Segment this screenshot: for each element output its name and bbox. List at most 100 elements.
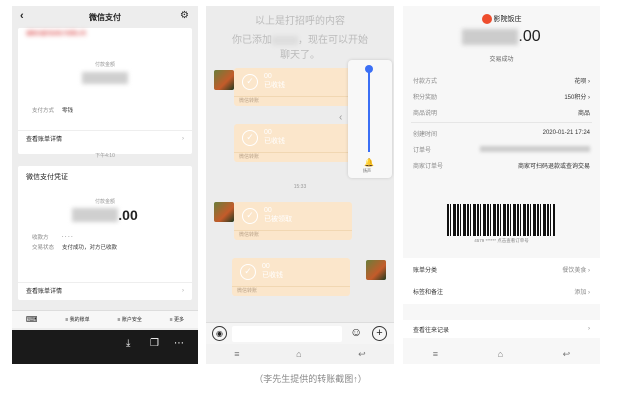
transfer-bubble[interactable]: ✓ 00 已收钱 微信转账 bbox=[232, 258, 350, 296]
check-icon: ✓ bbox=[240, 264, 256, 280]
payee-label: 收款方 bbox=[32, 235, 49, 241]
status-label: 交易状态 bbox=[32, 245, 55, 251]
header: ‹ 微信支付 ⚙ bbox=[12, 6, 198, 28]
emoji-icon[interactable]: ☺ bbox=[350, 325, 362, 339]
shop-header: 影院饭庄 bbox=[403, 14, 600, 25]
payee-row: 收款方 . . . . bbox=[32, 233, 178, 241]
voucher-card: 微信支付凭证 付款金额 .00 收款方 . . . . 交易状态 支付成功，对方… bbox=[18, 166, 192, 300]
payee-value: . . . . bbox=[62, 233, 73, 239]
merchant-order-row: 商家订单号 商家可扫码退款或查询交易 bbox=[413, 163, 590, 170]
chat-input-bar: ◉ ☺ + bbox=[206, 322, 394, 344]
bell-icon[interactable]: 🔔 bbox=[364, 158, 374, 167]
check-icon: ✓ bbox=[242, 74, 258, 90]
keyboard-icon[interactable]: ⌨ bbox=[26, 315, 38, 324]
amount-label: 付款金额 bbox=[94, 62, 115, 68]
voice-icon[interactable]: ◉ bbox=[212, 326, 227, 341]
menu-my-bill[interactable]: ≡ 我的账单 bbox=[65, 316, 89, 323]
slider-handle[interactable] bbox=[365, 65, 373, 73]
view-detail-link-2[interactable]: 查看账单详情 › bbox=[18, 282, 192, 298]
download-icon[interactable]: ⤓ bbox=[126, 338, 130, 349]
bill-amount: .00 bbox=[403, 28, 600, 46]
bottom-menu: ⌨ ≡ 我的账单 ≡ 账户安全 ≡ 更多 bbox=[12, 310, 198, 328]
trade-status: 交易成功 bbox=[489, 57, 514, 63]
pay-method-label: 支付方式 bbox=[32, 108, 55, 114]
check-icon: ✓ bbox=[242, 130, 258, 146]
system-message-2: 你已添加 ，现在可以开始 bbox=[232, 35, 368, 46]
home-icon[interactable]: ⌂ bbox=[498, 349, 503, 359]
view-detail-link[interactable]: 查看账单详情 › bbox=[18, 130, 192, 146]
barcode-text: 4579 ****** 点击查看订单号 bbox=[474, 238, 529, 243]
time-divider: 15:33 bbox=[293, 184, 307, 190]
check-icon: ✓ bbox=[242, 208, 258, 224]
plus-icon[interactable]: + bbox=[372, 326, 387, 341]
volume-panel: ‹ 🔔 扬声 bbox=[339, 60, 392, 178]
voucher-amount-label: 付款金额 bbox=[94, 199, 115, 205]
chevron-left-icon[interactable]: ‹ bbox=[339, 112, 342, 123]
barcode[interactable] bbox=[447, 204, 555, 236]
status-value: 支付成功，对方已收款 bbox=[62, 245, 118, 251]
home-icon[interactable]: ⌂ bbox=[296, 349, 301, 359]
page-title: 微信支付 bbox=[89, 12, 121, 22]
bill-row[interactable]: 付款方式 花呗 › bbox=[403, 72, 600, 88]
more-icon[interactable]: ⋯ bbox=[174, 338, 184, 349]
media-control-bar: ⤓ ❐ ⋯ bbox=[12, 330, 198, 364]
gear-icon[interactable]: ⚙ bbox=[180, 10, 189, 21]
chat-screen: 以上是打招呼的内容 你已添加 ，现在可以开始 聊天了。 ✓ 00 已收钱 微信转账 ✓… bbox=[206, 6, 394, 364]
back-nav-icon[interactable]: ↩ bbox=[358, 349, 366, 360]
menu-icon[interactable]: ≡ bbox=[433, 349, 438, 359]
back-icon[interactable]: ‹ bbox=[20, 10, 24, 22]
transfer-label: 微信转账 bbox=[232, 286, 350, 296]
amount-suffix: .00 bbox=[518, 28, 541, 45]
create-time-row: 创建时间 2020-01-21 17:24 bbox=[413, 130, 590, 138]
slider-label: 扬声 bbox=[363, 168, 371, 173]
amount-suffix: .00 bbox=[118, 207, 138, 223]
menu-account-security[interactable]: ≡ 账户安全 bbox=[118, 316, 142, 323]
system-nav-bar: ≡ ⌂ ↩ bbox=[206, 344, 394, 364]
avatar[interactable] bbox=[214, 70, 234, 90]
alipay-bill-screen: 影院饭庄 .00 交易成功 付款方式 花呗 › 积分奖励 150积分 › 商品说明商… bbox=[403, 6, 600, 364]
window-icon[interactable]: ❐ bbox=[150, 338, 159, 349]
caption: （李先生提供的转账截图↑） bbox=[254, 374, 367, 384]
shop-logo-icon bbox=[481, 14, 492, 25]
time-divider: 下午4:10 bbox=[95, 153, 115, 159]
transfer-bubble[interactable]: ✓ 00 已收钱 微信转账 bbox=[234, 68, 352, 106]
view-detail-label: 查看账单详情 bbox=[26, 137, 63, 143]
shop-name: 影院饭庄 bbox=[493, 16, 522, 23]
payment-card: 湖南天盛讯信电子有限公司 付款金额 支付方式 零钱 查看账单详情 › bbox=[18, 28, 192, 154]
pay-method-value: 零钱 bbox=[62, 108, 74, 114]
back-nav-icon[interactable]: ↩ bbox=[563, 349, 571, 360]
transfer-bubble[interactable]: ✓ 00 已被领取 微信转账 bbox=[234, 202, 352, 240]
avatar[interactable] bbox=[366, 260, 386, 280]
transfer-bubble[interactable]: ✓ 00 已收钱 微信转账 bbox=[234, 124, 352, 162]
order-no-row: 订单号 bbox=[403, 141, 600, 157]
system-message-1: 以上是打招呼的内容 bbox=[255, 16, 345, 27]
amount-blurred bbox=[462, 29, 519, 45]
pay-method-row: 支付方式 零钱 bbox=[18, 106, 192, 114]
menu-more[interactable]: ≡ 更多 bbox=[170, 316, 184, 323]
transfer-label: 微信转账 bbox=[234, 230, 352, 240]
tags-row[interactable]: 标签和备注 添加 › bbox=[403, 280, 600, 302]
transfer-label: 微信转账 bbox=[234, 96, 352, 106]
voucher-amount: .00 bbox=[18, 207, 192, 223]
view-detail-label: 查看账单详情 bbox=[26, 289, 63, 295]
system-message-3: 聊天了。 bbox=[280, 50, 320, 61]
category-row[interactable]: 账单分类 餐饮美食 › bbox=[403, 258, 600, 280]
amount-blurred bbox=[72, 208, 119, 222]
system-nav-bar: ≡ ⌂ ↩ bbox=[403, 344, 600, 364]
merchant-name: 湖南天盛讯信电子有限公司 bbox=[26, 31, 87, 37]
transfer-label: 微信转账 bbox=[234, 152, 352, 162]
amount-blurred bbox=[82, 72, 128, 84]
avatar[interactable] bbox=[214, 202, 234, 222]
status-row: 交易状态 支付成功，对方已收款 bbox=[32, 243, 178, 251]
divider bbox=[411, 122, 592, 123]
volume-slider[interactable] bbox=[368, 68, 370, 152]
history-row[interactable]: 查看往来记录 › bbox=[403, 320, 600, 338]
system-messages: 以上是打招呼的内容 你已添加 ，现在可以开始 聊天了。 bbox=[206, 6, 394, 61]
bill-row[interactable]: 积分奖励 150积分 › bbox=[403, 88, 600, 104]
chevron-right-icon: › bbox=[182, 135, 184, 142]
message-input[interactable] bbox=[232, 326, 342, 342]
bill-row: 商品说明 商品 bbox=[413, 110, 590, 117]
wechat-pay-screen: ‹ 微信支付 ⚙ 湖南天盛讯信电子有限公司 付款金额 支付方式 零钱 查看账单详… bbox=[12, 6, 198, 364]
menu-icon[interactable]: ≡ bbox=[234, 349, 239, 359]
chevron-right-icon: › bbox=[182, 287, 184, 294]
